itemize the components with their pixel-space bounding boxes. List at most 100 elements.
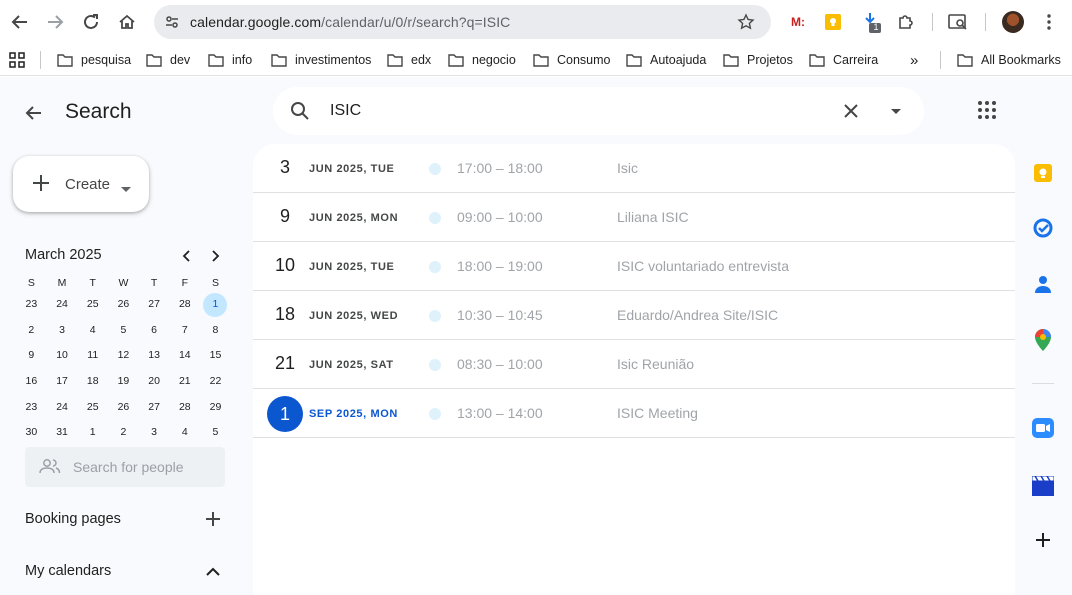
- mini-calendar-day[interactable]: 11: [77, 343, 108, 369]
- mini-calendar-day[interactable]: 5: [108, 318, 139, 344]
- result-title[interactable]: ISIC Meeting: [617, 405, 698, 421]
- mini-calendar-day[interactable]: 25: [77, 395, 108, 421]
- site-info-icon[interactable]: [164, 14, 180, 35]
- search-tab-icon[interactable]: [947, 11, 969, 33]
- mini-calendar-day[interactable]: 13: [139, 343, 170, 369]
- download-extension-icon[interactable]: 1: [861, 11, 883, 33]
- search-result-row[interactable]: 3 JUN 2025, TUE 17:00 – 18:00 Isic: [253, 144, 1015, 193]
- result-title[interactable]: Eduardo/Andrea Site/ISIC: [617, 307, 778, 323]
- keep-icon[interactable]: [1032, 162, 1054, 184]
- bookmark-folder[interactable]: Autoajuda: [626, 51, 706, 69]
- result-day-number[interactable]: 3: [253, 157, 317, 178]
- back-arrow-icon[interactable]: [6, 8, 34, 36]
- previous-month-button[interactable]: [175, 245, 197, 267]
- zoom-icon[interactable]: [1032, 417, 1054, 439]
- search-input[interactable]: ISIC: [330, 102, 361, 120]
- mini-calendar-day[interactable]: 31: [47, 420, 78, 446]
- mini-calendar-day[interactable]: 14: [169, 343, 200, 369]
- result-title[interactable]: ISIC voluntariado entrevista: [617, 258, 789, 274]
- bookmarks-overflow-button[interactable]: »: [910, 51, 918, 69]
- bookmark-folder[interactable]: investimentos: [271, 51, 371, 69]
- mini-calendar-day[interactable]: 26: [108, 395, 139, 421]
- result-day-number[interactable]: 18: [253, 304, 317, 325]
- add-booking-page-button[interactable]: [201, 507, 225, 531]
- extension-m-icon[interactable]: M:: [787, 11, 809, 33]
- result-title[interactable]: Isic: [617, 160, 638, 176]
- bookmark-folder[interactable]: Consumo: [533, 51, 611, 69]
- apps-grid-icon[interactable]: [9, 51, 33, 69]
- address-bar[interactable]: calendar.google.com/calendar/u/0/r/searc…: [154, 5, 771, 39]
- result-day-number[interactable]: 9: [253, 206, 317, 227]
- mini-calendar-day[interactable]: 2: [16, 318, 47, 344]
- back-button[interactable]: [20, 99, 48, 127]
- mini-calendar-day[interactable]: 5: [200, 420, 231, 446]
- create-button[interactable]: Create: [13, 156, 149, 212]
- mini-calendar-day[interactable]: 22: [200, 369, 231, 395]
- search-result-row[interactable]: 21 JUN 2025, SAT 08:30 – 10:00 Isic Reun…: [253, 340, 1015, 389]
- mini-calendar-day[interactable]: 27: [139, 292, 170, 318]
- bookmark-folder[interactable]: info: [208, 51, 252, 69]
- mini-calendar-day[interactable]: 18: [77, 369, 108, 395]
- search-result-row[interactable]: 9 JUN 2025, MON 09:00 – 10:00 Liliana IS…: [253, 193, 1015, 242]
- mini-calendar-day[interactable]: 4: [169, 420, 200, 446]
- mini-calendar-day[interactable]: 3: [139, 420, 170, 446]
- mini-calendar-day[interactable]: 26: [108, 292, 139, 318]
- search-result-row[interactable]: 1 SEP 2025, MON 13:00 – 14:00 ISIC Meeti…: [253, 389, 1015, 438]
- result-day-number-current[interactable]: 1: [267, 396, 303, 432]
- tasks-icon[interactable]: [1032, 217, 1054, 239]
- bookmark-folder[interactable]: edx: [387, 51, 431, 69]
- result-day-number[interactable]: 10: [253, 255, 317, 276]
- mini-calendar-day[interactable]: 29: [200, 395, 231, 421]
- search-bar[interactable]: ISIC: [273, 87, 924, 135]
- mini-calendar-day[interactable]: 25: [77, 292, 108, 318]
- clear-search-button[interactable]: [839, 99, 863, 123]
- mini-calendar-day[interactable]: 27: [139, 395, 170, 421]
- mini-calendar-day[interactable]: 21: [169, 369, 200, 395]
- chrome-menu-icon[interactable]: [1038, 11, 1060, 33]
- mini-calendar-day[interactable]: 1: [77, 420, 108, 446]
- mini-calendar-day[interactable]: 8: [200, 318, 231, 344]
- bookmark-folder[interactable]: negocio: [448, 51, 516, 69]
- search-options-button[interactable]: [884, 99, 908, 123]
- mini-calendar-day[interactable]: 12: [108, 343, 139, 369]
- mini-calendar-day[interactable]: 24: [47, 395, 78, 421]
- mini-calendar-day[interactable]: 24: [47, 292, 78, 318]
- mini-calendar-day[interactable]: 7: [169, 318, 200, 344]
- extensions-puzzle-icon[interactable]: [895, 11, 917, 33]
- mini-calendar-day[interactable]: 10: [47, 343, 78, 369]
- mini-calendar-day[interactable]: 17: [47, 369, 78, 395]
- maps-icon[interactable]: [1032, 329, 1054, 351]
- all-bookmarks-button[interactable]: All Bookmarks: [957, 51, 1061, 69]
- clapperboard-addon-icon[interactable]: [1032, 475, 1054, 497]
- bookmark-folder[interactable]: pesquisa: [57, 51, 131, 69]
- mini-calendar-day[interactable]: 16: [16, 369, 47, 395]
- profile-avatar-icon[interactable]: [1002, 11, 1024, 33]
- mini-calendar-day[interactable]: 30: [16, 420, 47, 446]
- mini-calendar-day-selected[interactable]: 1: [200, 292, 231, 318]
- add-addon-button[interactable]: [1032, 529, 1054, 551]
- result-day-number[interactable]: 21: [253, 353, 317, 374]
- mini-calendar-day[interactable]: 19: [108, 369, 139, 395]
- bookmark-folder[interactable]: Projetos: [723, 51, 793, 69]
- result-title[interactable]: Isic Reunião: [617, 356, 694, 372]
- bookmark-folder[interactable]: dev: [146, 51, 190, 69]
- mini-calendar-day[interactable]: 28: [169, 395, 200, 421]
- mini-calendar-day[interactable]: 28: [169, 292, 200, 318]
- keep-extension-icon[interactable]: [822, 11, 844, 33]
- mini-calendar-day[interactable]: 20: [139, 369, 170, 395]
- reload-icon[interactable]: [77, 8, 105, 36]
- result-title[interactable]: Liliana ISIC: [617, 209, 689, 225]
- mini-calendar-day[interactable]: 15: [200, 343, 231, 369]
- contacts-icon[interactable]: [1032, 273, 1054, 295]
- collapse-my-calendars-button[interactable]: [201, 559, 225, 583]
- mini-calendar-day[interactable]: 23: [16, 395, 47, 421]
- google-apps-button[interactable]: [977, 100, 1001, 124]
- search-people-field[interactable]: Search for people: [25, 447, 225, 487]
- mini-calendar-day[interactable]: 4: [77, 318, 108, 344]
- bookmark-star-icon[interactable]: [737, 13, 755, 36]
- mini-calendar-day[interactable]: 6: [139, 318, 170, 344]
- mini-calendar-day[interactable]: 2: [108, 420, 139, 446]
- mini-calendar-day[interactable]: 9: [16, 343, 47, 369]
- search-result-row[interactable]: 10 JUN 2025, TUE 18:00 – 19:00 ISIC volu…: [253, 242, 1015, 291]
- search-result-row[interactable]: 18 JUN 2025, WED 10:30 – 10:45 Eduardo/A…: [253, 291, 1015, 340]
